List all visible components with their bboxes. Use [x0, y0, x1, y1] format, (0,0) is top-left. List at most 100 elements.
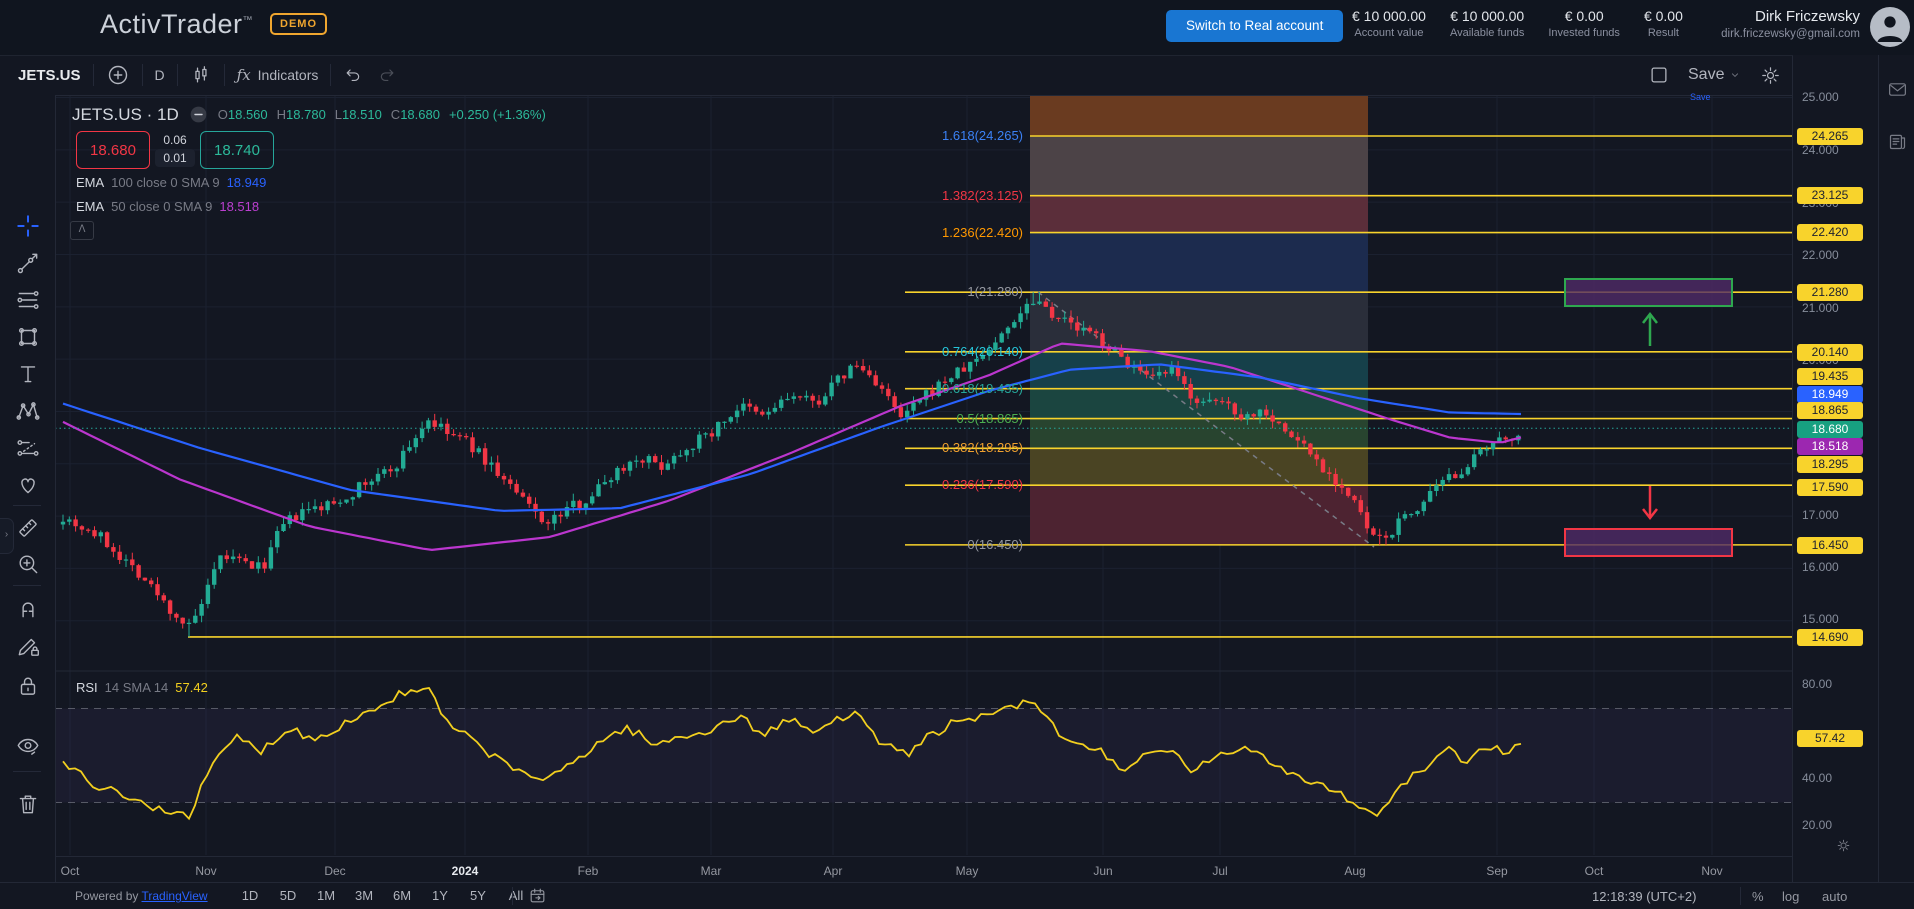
user-info[interactable]: Dirk Friczewsky dirk.friczewsky@gmail.co… [1721, 8, 1860, 40]
price-tick: 16.000 [1802, 560, 1839, 574]
mail-icon[interactable] [1887, 79, 1908, 100]
price-tick: 25.000 [1802, 90, 1839, 104]
xabcd-pattern-tool[interactable] [15, 398, 41, 424]
rsi-band [55, 709, 1792, 803]
sell-button[interactable]: 18.680 [76, 131, 150, 169]
lock-tool[interactable] [15, 673, 41, 699]
compare-add-icon[interactable] [106, 63, 130, 87]
spread-value: 0.06 [150, 133, 200, 147]
account-stats: € 10 000.00Account value€ 10 000.00Avail… [1352, 8, 1683, 39]
save-control[interactable]: Save Save [1688, 66, 1742, 84]
time-tick-Mar: Mar [701, 864, 722, 878]
upside-target-box[interactable] [1565, 279, 1732, 306]
time-tick-2024: 2024 [452, 864, 479, 878]
indicators-button[interactable]: ƒxIndicators [237, 66, 319, 84]
crosshair-tool[interactable] [15, 213, 41, 239]
bottom-bar: Powered by TradingView 1D5D1M3M6M1Y5YAll… [0, 882, 1914, 909]
stat-result: € 0.00Result [1644, 8, 1683, 39]
price-tick: 22.000 [1802, 248, 1839, 262]
down-arrow[interactable] [1643, 486, 1657, 518]
fib-zone [1030, 95, 1368, 545]
time-axis[interactable]: OctNovDec2024FebMarAprMayJunJulAugSepOct… [55, 856, 1793, 883]
toolbar-divider [13, 771, 41, 772]
avatar-icon [1870, 7, 1910, 47]
rsi-tick: 20.00 [1802, 818, 1832, 832]
redo-icon[interactable] [377, 65, 397, 85]
price-badge-16.450: 16.450 [1797, 537, 1863, 554]
price-tick: 21.000 [1802, 301, 1839, 315]
parallel-lines-tool[interactable] [15, 287, 41, 313]
auto-scale-toggle[interactable]: auto [1822, 889, 1847, 904]
buy-button[interactable]: 18.740 [200, 131, 274, 169]
range-all[interactable]: All [506, 888, 526, 903]
legend-symbol-interval[interactable]: JETS.US · 1D [72, 105, 179, 125]
stat-label: Account value [1352, 27, 1426, 39]
trend-line-tool[interactable] [15, 250, 41, 276]
price-badge-18.865: 18.865 [1797, 402, 1863, 419]
stat-value: € 10 000.00 [1450, 8, 1524, 24]
undo-icon[interactable] [343, 65, 363, 85]
ruler-tool[interactable] [15, 515, 41, 541]
sidebar-expand-handle[interactable]: › [0, 518, 14, 554]
range-1y[interactable]: 1Y [430, 888, 450, 903]
clock-timestamp[interactable]: 12:18:39 (UTC+2) [1592, 889, 1696, 904]
tradingview-link[interactable]: TradingView [142, 889, 208, 903]
percent-scale-toggle[interactable]: % [1752, 889, 1764, 904]
minus-circle-icon[interactable] [188, 104, 209, 125]
range-6m[interactable]: 6M [392, 888, 412, 903]
magnet-tool[interactable] [15, 595, 41, 621]
price-badge-24.265: 24.265 [1797, 128, 1863, 145]
go-to-date-icon[interactable] [528, 886, 547, 905]
fib-label-1: 1(21.280) [967, 284, 1023, 299]
range-1m[interactable]: 1M [316, 888, 336, 903]
logo-text: ActivTrader [100, 9, 243, 39]
switch-to-real-account-button[interactable]: Switch to Real account [1166, 10, 1343, 42]
indicator-row-ema-50[interactable]: EMA50 close 0 SMA 918.518 [76, 199, 259, 214]
rsi-legend[interactable]: RSI 14 SMA 14 57.42 [76, 680, 208, 695]
zoom-in-tool[interactable] [15, 551, 41, 577]
toolbar-divider [13, 505, 41, 506]
indicators-label: Indicators [258, 67, 319, 83]
stat-label: Invested funds [1548, 27, 1620, 39]
collapse-legend-button[interactable]: ᐱ [70, 221, 94, 240]
time-tick-Jun: Jun [1093, 864, 1112, 878]
stat-value: € 10 000.00 [1352, 8, 1426, 24]
eye-tool[interactable] [15, 733, 41, 759]
symbol-label[interactable]: JETS.US [18, 67, 81, 84]
text-tool-tool[interactable] [15, 361, 41, 387]
trash-tool[interactable] [15, 791, 41, 817]
price-badge-22.420: 22.420 [1797, 224, 1863, 241]
fib-label-0.764: 0.764(20.140) [942, 344, 1023, 359]
price-tick: 24.000 [1802, 143, 1839, 157]
fib-label-0.236: 0.236(17.590) [942, 477, 1023, 492]
downside-target-box[interactable] [1565, 529, 1732, 556]
range-3m[interactable]: 3M [354, 888, 374, 903]
up-arrow[interactable] [1643, 314, 1657, 346]
brightness-sun-icon[interactable] [1835, 837, 1852, 854]
news-icon[interactable] [1887, 131, 1908, 152]
layout-square-icon[interactable] [1648, 64, 1670, 86]
price-badge-18.680: 18.680 [1797, 421, 1863, 438]
shapes-tool[interactable] [15, 324, 41, 350]
timeframe-selector[interactable]: D [155, 67, 165, 83]
range-1d[interactable]: 1D [240, 888, 260, 903]
heart-tool[interactable] [15, 472, 41, 498]
range-5y[interactable]: 5Y [468, 888, 488, 903]
fib-label-0.618: 0.618(19.435) [942, 381, 1023, 396]
range-5d[interactable]: 5D [278, 888, 298, 903]
avatar[interactable] [1870, 7, 1910, 47]
price-badge-19.435: 19.435 [1797, 368, 1863, 385]
indicator-row-ema-100[interactable]: EMA100 close 0 SMA 918.949 [76, 175, 266, 190]
pencil-lock-tool[interactable] [15, 633, 41, 659]
change-value: +0.250 (+1.36%) [449, 107, 546, 122]
forecast-tool[interactable] [15, 435, 41, 461]
stat-value: € 0.00 [1548, 8, 1620, 24]
price-badge-17.590: 17.590 [1797, 479, 1863, 496]
chevron-down-icon [1728, 68, 1742, 82]
chart-legend: JETS.US · 1D O18.560H18.780L18.510C18.68… [72, 104, 546, 125]
chart-type-candles-icon[interactable] [190, 64, 212, 86]
gear-icon[interactable] [1760, 65, 1781, 86]
price-axis[interactable]: 25.00024.00023.00022.00021.00020.00017.0… [1793, 55, 1878, 882]
log-scale-toggle[interactable]: log [1782, 889, 1799, 904]
time-tick-Apr: Apr [824, 864, 843, 878]
